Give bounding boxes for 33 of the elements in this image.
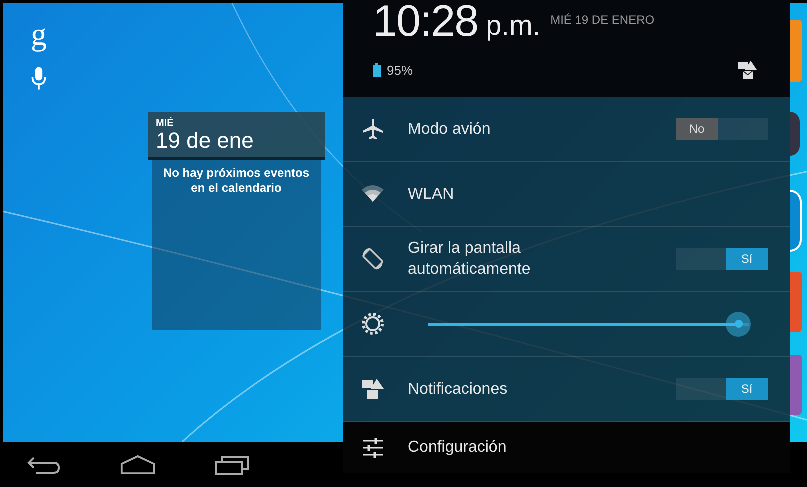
notifications-icon bbox=[361, 377, 385, 401]
clock-time: 10:28 bbox=[373, 0, 478, 48]
recent-apps-icon[interactable] bbox=[214, 454, 250, 476]
battery-icon bbox=[373, 63, 381, 77]
setting-label: Configuración bbox=[408, 438, 508, 458]
date-label: MIÉ 19 DE ENERO bbox=[550, 13, 655, 27]
app-tile[interactable] bbox=[790, 355, 802, 415]
setting-label: WLAN bbox=[408, 184, 456, 204]
rotate-screen-icon bbox=[361, 247, 385, 271]
calendar-message: No hay próximos eventos en el calendario bbox=[162, 166, 311, 197]
setting-label: Notificaciones bbox=[408, 380, 509, 400]
app-tile[interactable] bbox=[790, 272, 802, 332]
notifications-icon[interactable] bbox=[738, 60, 758, 80]
clock-ampm: p.m. bbox=[486, 12, 541, 40]
settings-footer-bar[interactable]: Configuración bbox=[343, 422, 790, 473]
brightness-icon bbox=[361, 312, 385, 336]
settings-row[interactable]: Girar la pantalla automáticamente Sí bbox=[343, 227, 790, 292]
setting-label: Modo avión bbox=[408, 120, 492, 140]
airplane-icon bbox=[361, 117, 385, 141]
settings-row[interactable]: Notificaciones Sí bbox=[343, 357, 790, 422]
setting-label: Girar la pantalla automáticamente bbox=[408, 239, 532, 280]
brightness-row[interactable] bbox=[343, 292, 790, 357]
toggle-switch[interactable]: No bbox=[676, 118, 768, 140]
settings-row[interactable]: WLAN bbox=[343, 162, 790, 227]
app-tile[interactable] bbox=[790, 20, 802, 82]
battery-percentage: 95% bbox=[387, 62, 414, 78]
calendar-date: 19 de ene bbox=[156, 129, 255, 153]
home-icon[interactable] bbox=[120, 454, 156, 476]
search-glyph[interactable]: g bbox=[31, 16, 47, 52]
settings-row[interactable]: Modo avión No bbox=[343, 97, 790, 162]
settings-icon bbox=[361, 436, 385, 460]
calendar-weekday: MIÉ bbox=[156, 118, 175, 129]
microphone-icon[interactable] bbox=[30, 66, 48, 92]
